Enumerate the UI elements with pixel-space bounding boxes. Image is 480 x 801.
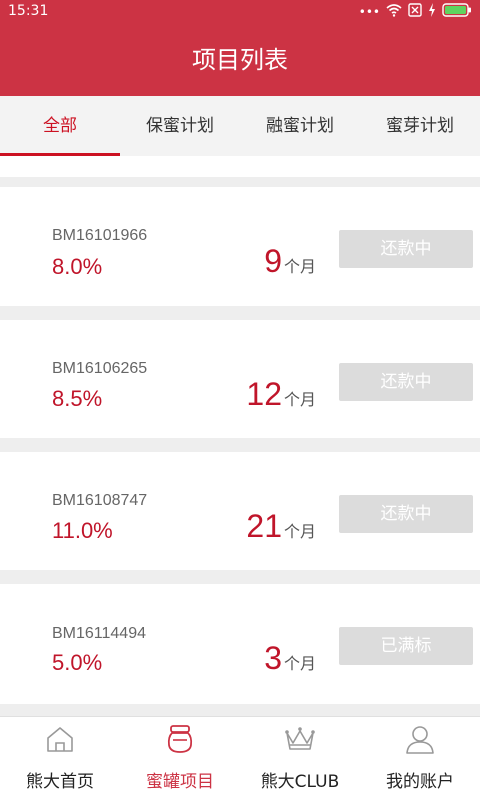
- nav-club-label: 熊大CLUB: [260, 772, 340, 792]
- person-icon: [406, 726, 434, 754]
- project-id: BM16108747: [52, 492, 148, 509]
- tab-rongmi-plan[interactable]: 融蜜计划: [240, 96, 360, 156]
- nav-club[interactable]: 熊大CLUB: [240, 717, 360, 801]
- project-id: BM16106265: [52, 360, 148, 377]
- project-id: BM16114494: [52, 625, 146, 642]
- project-card[interactable]: BM16114494 5.0% 3 个月 已满标: [0, 584, 480, 704]
- project-term: 12 个月: [246, 376, 316, 413]
- term-unit: 个月: [283, 524, 316, 541]
- project-rate: 5.0%: [52, 650, 103, 675]
- list-top-card: [0, 156, 480, 177]
- category-tabs: 全部 保蜜计划 融蜜计划 蜜芽计划: [0, 96, 480, 156]
- status-time: 15:31: [8, 3, 49, 19]
- project-card[interactable]: BM16106265 8.5% 12 个月 还款中: [0, 320, 480, 438]
- more-dots-icon: •••: [358, 5, 380, 19]
- honey-jar-icon: [167, 725, 193, 753]
- project-rate: 11.0%: [52, 518, 113, 543]
- term-unit: 个月: [283, 259, 316, 276]
- nav-projects[interactable]: 蜜罐项目: [120, 717, 240, 801]
- nav-account-label: 我的账户: [386, 772, 454, 792]
- crown-icon: [285, 727, 315, 750]
- status-button[interactable]: 还款中: [339, 363, 473, 401]
- term-unit: 个月: [283, 656, 316, 673]
- project-term: 3 个月: [264, 640, 316, 677]
- nav-home-label: 熊大首页: [26, 772, 94, 792]
- battery-icon: [442, 3, 472, 21]
- charging-icon: [428, 3, 436, 21]
- no-sim-icon: [408, 3, 422, 21]
- wifi-icon: [386, 3, 402, 21]
- tab-all[interactable]: 全部: [0, 96, 120, 156]
- term-value: 21: [246, 508, 282, 544]
- header-bar: 项目列表: [0, 24, 480, 96]
- project-id: BM16101966: [52, 227, 148, 244]
- term-value: 3: [264, 640, 282, 676]
- project-card[interactable]: BM16101966 8.0% 9 个月 还款中: [0, 187, 480, 306]
- term-value: 9: [264, 243, 282, 279]
- nav-home[interactable]: 熊大首页: [0, 717, 120, 801]
- project-card[interactable]: BM16108747 11.0% 21 个月 还款中: [0, 452, 480, 570]
- status-button[interactable]: 还款中: [339, 230, 473, 268]
- project-rate: 8.0%: [52, 254, 103, 279]
- nav-account[interactable]: 我的账户: [360, 717, 480, 801]
- status-bar: 15:31 •••: [0, 0, 480, 24]
- nav-projects-label: 蜜罐项目: [146, 772, 214, 792]
- term-value: 12: [246, 376, 282, 412]
- project-list: BM16101966 8.0% 9 个月 还款中 BM16106265 8.5% …: [0, 156, 480, 716]
- tab-baomi-plan[interactable]: 保蜜计划: [120, 96, 240, 156]
- page-title: 项目列表: [192, 46, 288, 74]
- project-term: 9 个月: [264, 243, 316, 280]
- bottom-nav: 熊大首页 蜜罐项目 熊大CLUB 我的账户: [0, 716, 480, 801]
- term-unit: 个月: [283, 392, 316, 409]
- project-term: 21 个月: [246, 508, 316, 545]
- status-button[interactable]: 已满标: [339, 627, 473, 665]
- house-icon: [47, 727, 73, 752]
- status-icons: •••: [359, 3, 472, 21]
- tab-miya-plan[interactable]: 蜜芽计划: [360, 96, 480, 156]
- status-button[interactable]: 还款中: [339, 495, 473, 533]
- project-rate: 8.5%: [52, 386, 103, 411]
